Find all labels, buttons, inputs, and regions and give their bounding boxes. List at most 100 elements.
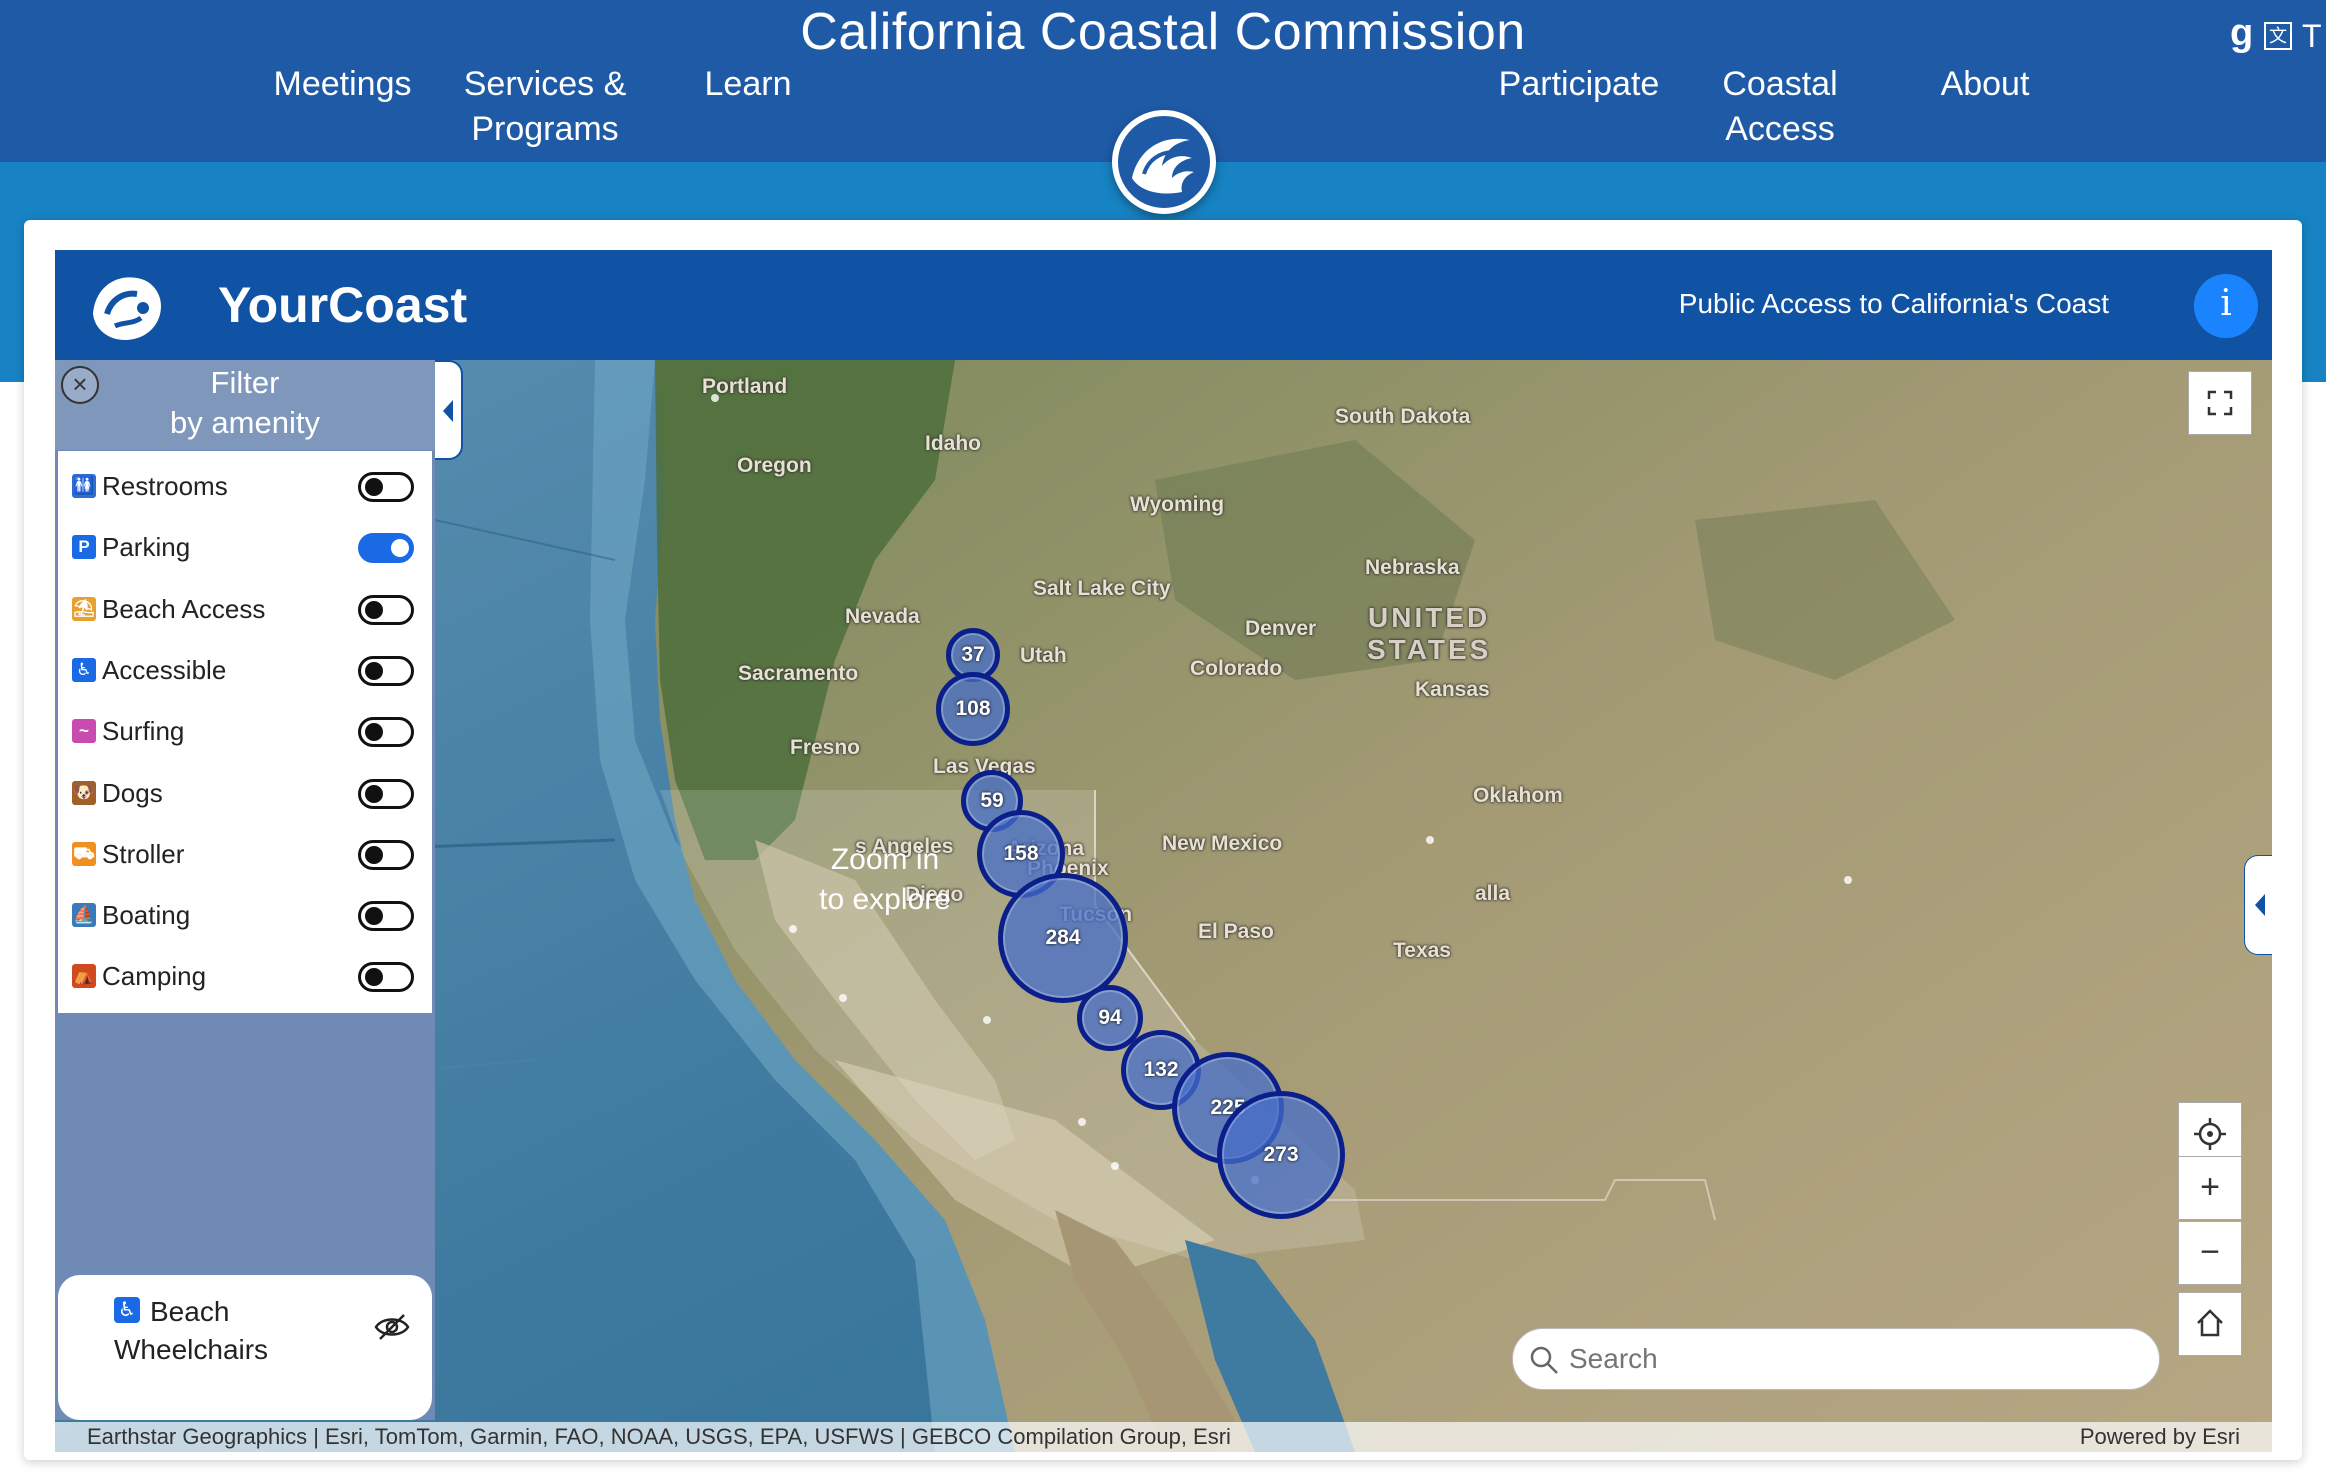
cluster-count: 37 (961, 643, 985, 666)
label-fresno: Fresno (790, 736, 861, 759)
label-united: UNITED (1368, 602, 1491, 633)
label-texas: Texas (1393, 939, 1451, 962)
nav-meetings[interactable]: Meetings (270, 62, 415, 107)
attribution-text: Earthstar Geographics | Esri, TomTom, Ga… (87, 1424, 1231, 1449)
label-south-dakota: South Dakota (1335, 405, 1471, 428)
toggle-knob (365, 907, 383, 926)
label-new-mexico: New Mexico (1162, 832, 1283, 855)
toggle-knob (365, 478, 383, 496)
app-subtitle: Public Access to California's Coast (1678, 288, 2109, 319)
toggle-knob (365, 845, 383, 864)
label-oklahoma: Oklahom (1473, 784, 1563, 807)
label-kansas: Kansas (1415, 678, 1490, 701)
filter-title-line2: by amenity (170, 405, 320, 440)
toggle-knob (365, 968, 383, 987)
amenity-toggle[interactable] (358, 717, 414, 748)
right-panel-toggle[interactable] (2244, 855, 2272, 955)
label-denver: Denver (1245, 617, 1317, 640)
label-utah: Utah (1020, 644, 1067, 667)
google-translate-icon: g (2230, 12, 2254, 54)
filter-panel-collapse[interactable] (435, 360, 463, 460)
wave-logo-icon (1132, 138, 1194, 194)
cluster-marker[interactable]: 108 (936, 672, 1010, 746)
amenity-label: Accessible (102, 654, 227, 685)
toggle-knob (391, 539, 409, 558)
crosshair-icon (2194, 1118, 2226, 1150)
nav-coastal-line1: Coastal (1722, 65, 1838, 103)
amenity-toggle[interactable] (358, 533, 414, 564)
amenity-toggle[interactable] (358, 839, 414, 870)
nav-services-line2: Programs (471, 110, 619, 148)
search-input[interactable] (1569, 1339, 2139, 1379)
amenity-label: Camping (102, 961, 207, 992)
amenity-toggle[interactable] (358, 472, 414, 502)
info-button[interactable]: i (2194, 274, 2258, 338)
toggle-knob (365, 723, 383, 742)
yourcoast-logo-icon (93, 277, 161, 340)
label-idaho: Idaho (925, 432, 981, 455)
cluster-marker[interactable]: 273 (1217, 1091, 1345, 1219)
cluster-count: 273 (1263, 1143, 1299, 1166)
expand-icon (2207, 390, 2233, 416)
nav-coastal-access[interactable]: Coastal Access (1720, 62, 1840, 152)
label-salt-lake-city: Salt Lake City (1033, 577, 1171, 600)
search-box[interactable] (1512, 1328, 2160, 1390)
home-button[interactable] (2178, 1292, 2242, 1356)
label-portland: Portland (702, 375, 788, 398)
amenity-toggle[interactable] (358, 962, 414, 993)
amenity-label: Parking (102, 532, 191, 563)
nav-services-programs[interactable]: Services & Programs (460, 62, 630, 152)
amenity-toggle[interactable] (358, 778, 414, 809)
amenity-label: Restrooms (102, 471, 228, 501)
amenity-label: Beach Access (102, 593, 266, 624)
translate-label: T (2302, 18, 2322, 54)
powered-by-esri[interactable]: Powered by Esri (2080, 1422, 2240, 1452)
commission-logo[interactable] (1112, 110, 1216, 214)
close-filter-button[interactable]: × (61, 366, 99, 404)
eye-slash-icon[interactable] (374, 1313, 410, 1341)
surfing-icon: ~ (72, 719, 96, 744)
amenity-row[interactable]: ⛺ Camping (58, 941, 432, 1014)
dogs-icon: 🐶 (72, 780, 96, 805)
restroom-icon: 🚻 (72, 474, 96, 498)
label-colorado: Colorado (1190, 657, 1283, 680)
label-oregon: Oregon (737, 454, 812, 477)
zoom-in-button[interactable]: + (2178, 1156, 2242, 1220)
amenity-toggle[interactable] (358, 594, 414, 625)
map-attribution: Earthstar Geographics | Esri, TomTom, Ga… (55, 1422, 2272, 1452)
toggle-knob (365, 661, 383, 680)
cluster-marker[interactable]: 284 (998, 873, 1128, 1003)
translate-widget[interactable]: g 文 T (2230, 12, 2326, 58)
zoom-hint-line2: to explore (819, 883, 951, 916)
chevron-left-icon (443, 400, 453, 422)
label-sacramento: Sacramento (738, 662, 859, 685)
app-title: YourCoast (218, 277, 468, 333)
amenity-toggle[interactable] (358, 655, 414, 686)
amenity-toggle[interactable] (358, 901, 414, 932)
beach-access-icon: ⛱ (72, 596, 96, 621)
nav-learn[interactable]: Learn (700, 62, 796, 107)
cluster-count: 284 (1045, 926, 1081, 949)
translate-box-icon: 文 (2264, 22, 2292, 50)
label-dallas: alla (1475, 882, 1511, 905)
label-united-states: UNITED STATES (1367, 602, 1491, 666)
cluster-count: 59 (980, 789, 1004, 812)
toggle-knob (365, 600, 383, 619)
label-wyoming: Wyoming (1130, 493, 1225, 516)
app-header: YourCoast Public Access to California's … (55, 250, 2272, 360)
filter-title-line1: Filter (210, 365, 280, 400)
beach-wheelchairs-label: Beach Wheelchairs (114, 1296, 269, 1365)
beach-wheelchairs-card[interactable]: ♿ Beach Wheelchairs (58, 1275, 432, 1420)
nav-participate[interactable]: Participate (1495, 62, 1663, 107)
amenity-label: Boating (102, 900, 191, 931)
amenity-label: Stroller (102, 838, 185, 869)
filter-header: Filter by amenity × (55, 360, 435, 450)
label-nebraska: Nebraska (1365, 556, 1460, 579)
parking-icon: P (72, 535, 96, 560)
zoom-out-button[interactable]: − (2178, 1221, 2242, 1285)
site-title[interactable]: California Coastal Commission (0, 2, 2326, 62)
fullscreen-button[interactable] (2188, 371, 2252, 435)
nav-about[interactable]: About (1930, 62, 2040, 107)
nav-services-line1: Services & (463, 65, 627, 103)
boating-icon: ⛵ (72, 903, 96, 928)
